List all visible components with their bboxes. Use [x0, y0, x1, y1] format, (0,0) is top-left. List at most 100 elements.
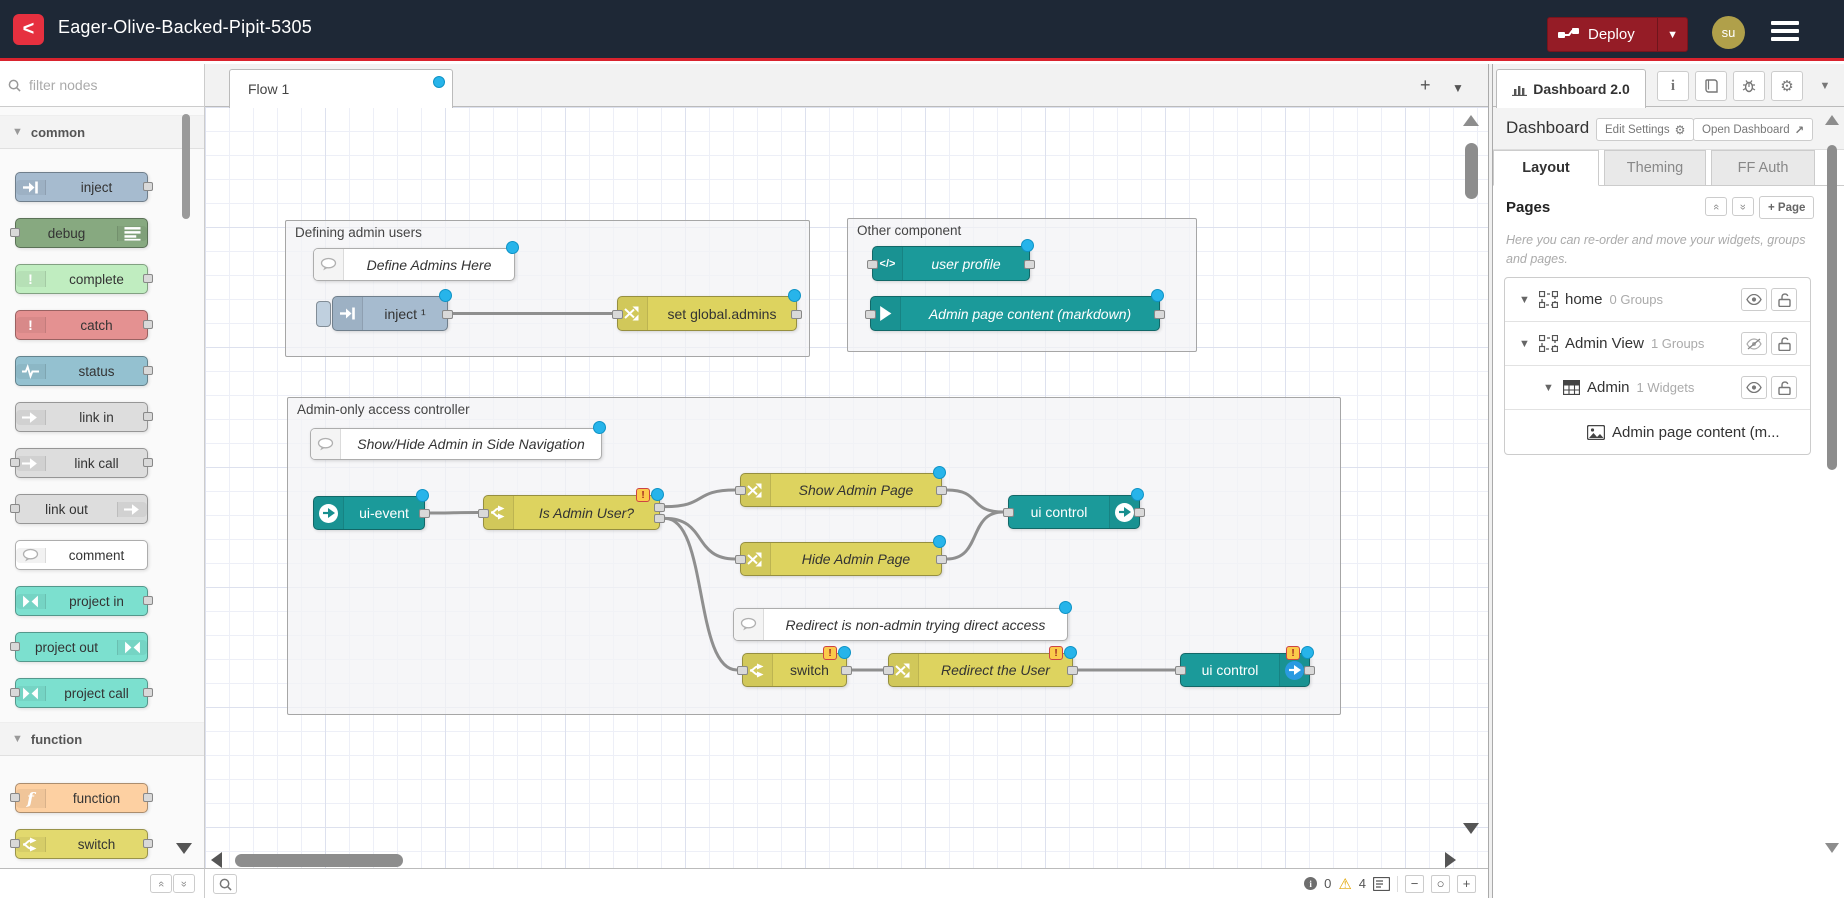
- input-port[interactable]: [867, 260, 878, 269]
- flow-node-comment1[interactable]: Define Admins Here: [313, 248, 515, 281]
- canvas-search-button[interactable]: [213, 874, 237, 894]
- palette-node-project-out[interactable]: project out: [15, 632, 148, 662]
- output-port[interactable]: [936, 486, 947, 495]
- output-port[interactable]: [936, 555, 947, 564]
- add-page-button[interactable]: + Page: [1759, 196, 1814, 219]
- palette-node-status[interactable]: status: [15, 356, 148, 386]
- open-dashboard-button[interactable]: Open Dashboard ↗: [1693, 118, 1813, 141]
- output-port[interactable]: [1134, 508, 1145, 517]
- output-port[interactable]: [1304, 666, 1315, 675]
- tab-flow-1[interactable]: Flow 1: [229, 69, 453, 108]
- vertical-scrollbar-thumb[interactable]: [1465, 143, 1478, 199]
- output-port[interactable]: [442, 310, 453, 319]
- pages-tree-row[interactable]: ▼Admin1 Widgets: [1505, 366, 1810, 410]
- flow-node-showpage[interactable]: Show Admin Page: [740, 473, 942, 507]
- input-port[interactable]: [865, 310, 876, 319]
- scroll-left-icon[interactable]: [211, 852, 222, 868]
- deploy-button[interactable]: Deploy ▼: [1547, 17, 1688, 52]
- palette-node-catch[interactable]: !catch: [15, 310, 148, 340]
- palette-node-comment[interactable]: comment: [15, 540, 148, 570]
- input-port[interactable]: [735, 555, 746, 564]
- input-port[interactable]: [612, 310, 623, 319]
- pages-tree-row[interactable]: ▼Admin View1 Groups: [1505, 322, 1810, 366]
- flow-node-comment3[interactable]: Redirect is non-admin trying direct acce…: [733, 608, 1068, 641]
- output-port[interactable]: [419, 509, 430, 518]
- palette-node-link-call[interactable]: link call: [15, 448, 148, 478]
- flow-node-uicontrol1[interactable]: ui control: [1008, 495, 1140, 529]
- flow-node-template2[interactable]: Admin page content (markdown): [870, 296, 1160, 331]
- flow-list-caret[interactable]: ▼: [1452, 79, 1464, 97]
- navigator-toggle-icon[interactable]: [1373, 877, 1390, 891]
- sidebar-tab-theming[interactable]: Theming: [1604, 150, 1706, 186]
- palette-node-function[interactable]: ffunction: [15, 783, 148, 813]
- main-menu-button[interactable]: [1771, 21, 1799, 41]
- flow-node-redirect[interactable]: Redirect the User!: [888, 653, 1073, 687]
- output-port[interactable]: [1024, 260, 1035, 269]
- sidebar-tab-layout[interactable]: Layout: [1493, 150, 1599, 186]
- scroll-right-icon[interactable]: [1445, 852, 1456, 868]
- palette-category-function[interactable]: ▼function: [0, 722, 204, 756]
- help-book-icon[interactable]: [1695, 71, 1727, 101]
- collapse-categories-button[interactable]: «: [150, 874, 172, 893]
- input-port[interactable]: [735, 486, 746, 495]
- pages-tree-row[interactable]: Admin page content (m...: [1505, 410, 1810, 454]
- scroll-up-icon[interactable]: [1463, 115, 1479, 126]
- collapse-all-pages-button[interactable]: «: [1705, 197, 1727, 216]
- inject-button[interactable]: [316, 301, 331, 327]
- flow-node-template1[interactable]: </>user profile: [872, 246, 1030, 281]
- input-port[interactable]: [737, 666, 748, 675]
- tab-dashboard-2[interactable]: Dashboard 2.0: [1496, 69, 1646, 108]
- chevron-down-icon[interactable]: ▼: [1543, 382, 1557, 394]
- chevron-down-icon[interactable]: ▼: [1519, 338, 1533, 350]
- sidebar-scroll-up-icon[interactable]: [1825, 115, 1839, 125]
- wire[interactable]: [947, 490, 1003, 512]
- palette-node-link-in[interactable]: link in: [15, 402, 148, 432]
- palette-node-complete[interactable]: !complete: [15, 264, 148, 294]
- flow-node-uicontrol2[interactable]: ui control!: [1180, 653, 1310, 687]
- output-port[interactable]: [791, 310, 802, 319]
- flow-node-switch2[interactable]: switch!: [742, 653, 847, 687]
- expand-categories-button[interactable]: «: [173, 874, 195, 893]
- info-count-icon[interactable]: i: [1304, 877, 1317, 890]
- deploy-options-caret[interactable]: ▼: [1657, 18, 1687, 51]
- flow-node-hidepage[interactable]: Hide Admin Page: [740, 542, 942, 576]
- pages-tree-row[interactable]: ▼home0 Groups: [1505, 278, 1810, 322]
- flow-node-comment2[interactable]: Show/Hide Admin in Side Navigation: [310, 428, 602, 460]
- input-port[interactable]: [883, 666, 894, 675]
- user-avatar[interactable]: su: [1712, 16, 1745, 49]
- output-port[interactable]: [1154, 310, 1165, 319]
- unlock-icon[interactable]: [1771, 332, 1797, 355]
- input-port[interactable]: [1003, 508, 1014, 517]
- debug-bug-icon[interactable]: [1733, 71, 1765, 101]
- palette-node-link-out[interactable]: link out: [15, 494, 148, 524]
- info-tab-button[interactable]: i: [1657, 71, 1689, 101]
- palette-filter[interactable]: [0, 64, 205, 107]
- eye-off-icon[interactable]: [1741, 332, 1767, 355]
- palette-node-debug[interactable]: debug: [15, 218, 148, 248]
- chevron-down-icon[interactable]: ▼: [1519, 294, 1533, 306]
- unlock-icon[interactable]: [1771, 288, 1797, 311]
- eye-icon[interactable]: [1741, 376, 1767, 399]
- input-port[interactable]: [1175, 666, 1186, 675]
- sidebar-scroll-down-icon[interactable]: [1825, 843, 1839, 853]
- wire[interactable]: [665, 518, 735, 559]
- sidebar-menu-caret[interactable]: ▼: [1813, 71, 1837, 101]
- palette-node-project-call[interactable]: project call: [15, 678, 148, 708]
- flow-node-inject1[interactable]: inject ¹: [332, 296, 448, 331]
- wire[interactable]: [430, 513, 478, 514]
- flow-node-uievent[interactable]: ui-event: [313, 496, 425, 530]
- palette-scroll-down-icon[interactable]: [176, 843, 192, 854]
- sidebar-scrollbar-thumb[interactable]: [1827, 145, 1837, 470]
- wire[interactable]: [947, 512, 1003, 559]
- flow-canvas[interactable]: Defining admin usersOther componentAdmin…: [205, 107, 1488, 868]
- palette-scrollbar[interactable]: [181, 109, 191, 864]
- palette-node-switch[interactable]: switch: [15, 829, 148, 859]
- filter-nodes-input[interactable]: [27, 76, 181, 94]
- zoom-in-button[interactable]: +: [1457, 875, 1476, 893]
- input-port[interactable]: [478, 509, 489, 518]
- add-flow-button[interactable]: +: [1420, 76, 1431, 94]
- wire[interactable]: [665, 490, 735, 507]
- output-port[interactable]: [654, 514, 665, 523]
- expand-all-pages-button[interactable]: «: [1732, 197, 1754, 216]
- eye-icon[interactable]: [1741, 288, 1767, 311]
